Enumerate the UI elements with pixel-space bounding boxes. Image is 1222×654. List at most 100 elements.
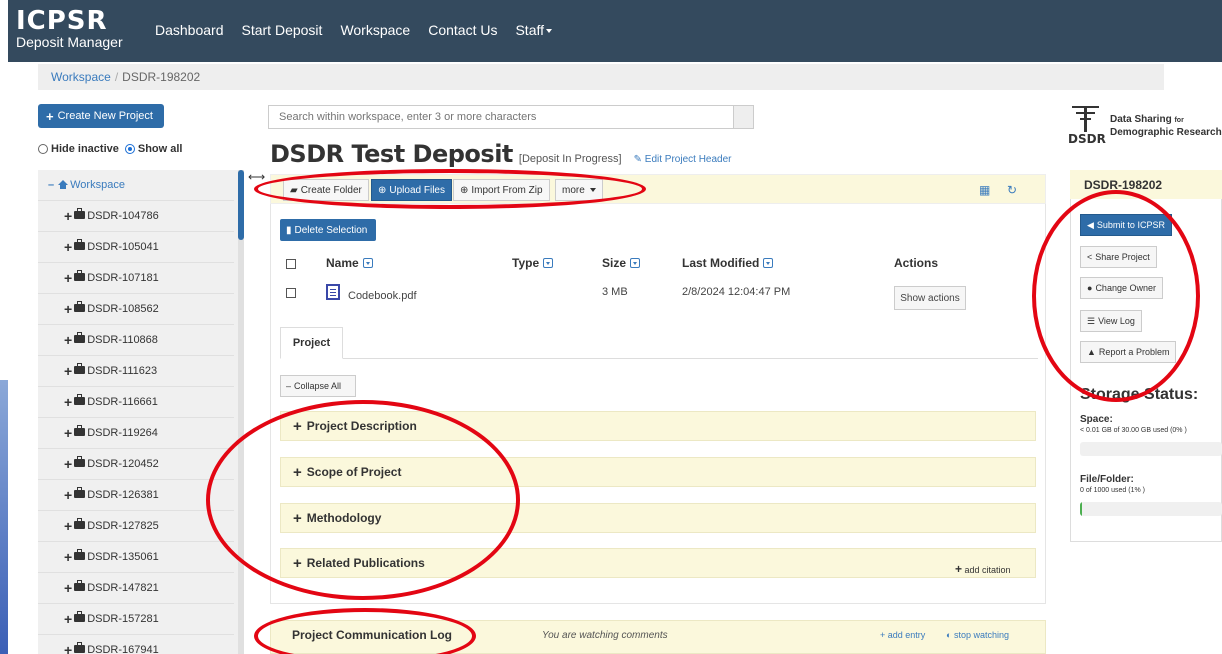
show-actions-button[interactable]: Show actions — [894, 286, 966, 310]
tree-item[interactable]: + DSDR-147821 — [38, 573, 234, 604]
tree-scrollbar-thumb[interactable] — [238, 170, 244, 240]
tree-item[interactable]: + DSDR-104786 — [38, 201, 234, 232]
delete-selection-button[interactable]: ▮ Delete Selection — [280, 219, 376, 241]
tree-item[interactable]: + DSDR-167941 — [38, 635, 234, 654]
tree-item[interactable]: + DSDR-110868 — [38, 325, 234, 356]
caret-down-icon — [589, 188, 596, 192]
search-input[interactable] — [269, 106, 735, 128]
plus-icon: + — [64, 301, 73, 317]
column-header-name[interactable]: Name — [326, 256, 373, 270]
nav-workspace[interactable]: Workspace — [331, 22, 419, 38]
select-all-checkbox[interactable] — [286, 259, 296, 269]
file-toolbar: ▰ Create Folder ⊕ Upload Files ⊕ Import Fro… — [270, 174, 1046, 204]
plus-icon: + — [46, 108, 54, 124]
import-from-zip-button[interactable]: ⊕ Import From Zip — [453, 179, 550, 201]
report-label: Report a Problem — [1098, 347, 1170, 357]
view-log-button[interactable]: ☰ View Log — [1080, 310, 1142, 332]
tree-item[interactable]: + DSDR-119264 — [38, 418, 234, 449]
tree-root-workspace[interactable]: – Workspace — [38, 170, 234, 201]
tree-item[interactable]: + DSDR-135061 — [38, 542, 234, 573]
plus-icon: + — [64, 487, 73, 503]
workspace-search — [268, 105, 754, 129]
share-project-button[interactable]: < Share Project — [1080, 246, 1157, 268]
stop-watching-link[interactable]: ◐ stop watching — [946, 630, 1009, 640]
tree-item[interactable]: + DSDR-157281 — [38, 604, 234, 635]
create-folder-button[interactable]: ▰ Create Folder — [283, 179, 369, 201]
breadcrumb-current: DSDR-198202 — [122, 70, 201, 84]
upload-icon: ⊕ — [378, 184, 387, 196]
collapse-all-button[interactable]: – Collapse All — [280, 375, 356, 397]
create-new-project-button[interactable]: + Create New Project — [38, 104, 164, 128]
column-modified-label: Last Modified — [682, 256, 760, 270]
tree-scrollbar-track[interactable] — [238, 170, 244, 654]
tab-project[interactable]: Project — [280, 327, 343, 359]
tree-item-label: DSDR-107181 — [87, 272, 159, 284]
tree-item[interactable]: + DSDR-107181 — [38, 263, 234, 294]
add-entry-link[interactable]: + add entry — [880, 630, 925, 640]
file-name[interactable]: Codebook.pdf — [348, 290, 417, 302]
add-citation-link[interactable]: + add citation — [955, 562, 1011, 576]
briefcase-icon — [74, 580, 86, 591]
share-icon: < — [1087, 252, 1093, 262]
brand-logo[interactable]: ICPSR Deposit Manager — [16, 8, 123, 50]
nav-links: Dashboard Start Deposit Workspace Contac… — [146, 22, 561, 38]
sort-icon — [362, 258, 373, 268]
section-project-description[interactable]: + Project Description — [280, 411, 1036, 441]
tree-item[interactable]: + DSDR-116661 — [38, 387, 234, 418]
report-problem-button[interactable]: ▲ Report a Problem — [1080, 341, 1177, 363]
plus-icon: + — [293, 554, 302, 572]
tree-item[interactable]: + DSDR-111623 — [38, 356, 234, 387]
briefcase-icon — [74, 549, 86, 560]
briefcase-icon — [74, 611, 86, 622]
tree-item-label: DSDR-157281 — [87, 613, 159, 625]
edit-project-header-label: Edit Project Header — [644, 154, 732, 165]
column-header-size[interactable]: Size — [602, 256, 641, 270]
plus-icon: + — [64, 456, 73, 472]
search-addon-button[interactable] — [733, 106, 753, 128]
space-detail: < 0.01 GB of 30.00 GB used (0% ) — [1080, 427, 1187, 434]
resize-handle-icon[interactable]: ⟷ — [248, 170, 265, 184]
change-owner-label: Change Owner — [1095, 283, 1156, 293]
show-all-radio[interactable] — [124, 144, 135, 154]
briefcase-icon — [74, 518, 86, 529]
edit-project-header-link[interactable]: ✎ Edit Project Header — [634, 154, 732, 165]
nav-staff-dropdown[interactable]: Staff — [506, 22, 561, 38]
change-owner-button[interactable]: ● Change Owner — [1080, 277, 1163, 299]
more-dropdown-button[interactable]: more — [555, 179, 603, 201]
hide-inactive-radio[interactable] — [38, 144, 48, 154]
briefcase-icon — [74, 239, 86, 250]
section-methodology[interactable]: + Methodology — [280, 503, 1036, 533]
tree-item[interactable]: + DSDR-105041 — [38, 232, 234, 263]
tree-root-label: Workspace — [70, 179, 125, 191]
breadcrumb-separator: / — [114, 70, 119, 84]
column-header-last-modified[interactable]: Last Modified — [682, 256, 774, 270]
submit-to-icpsr-button[interactable]: ◀ Submit to ICPSR — [1080, 214, 1172, 236]
workspace-tree: – Workspace + DSDR-104786 + DSDR-105041 + D… — [38, 170, 244, 654]
home-icon — [58, 179, 69, 189]
tree-item[interactable]: + DSDR-127825 — [38, 511, 234, 542]
file-size: 3 MB — [602, 286, 628, 298]
communication-log-title[interactable]: Project Communication Log — [292, 628, 452, 642]
logo-for: for — [1174, 117, 1184, 124]
nav-start-deposit[interactable]: Start Deposit — [233, 22, 332, 38]
project-title: DSDR Test Deposit — [270, 140, 513, 168]
grid-view-icon[interactable]: ▦ — [979, 183, 990, 197]
refresh-icon[interactable]: ↻ — [1007, 183, 1017, 197]
section-related-publications[interactable]: + Related Publications — [280, 548, 1036, 578]
row-checkbox[interactable] — [286, 288, 296, 298]
nav-dashboard[interactable]: Dashboard — [146, 22, 233, 38]
tree-item[interactable]: + DSDR-126381 — [38, 480, 234, 511]
create-folder-label: Create Folder — [300, 184, 362, 196]
section-label: Scope of Project — [306, 465, 402, 479]
view-log-label: View Log — [1098, 316, 1135, 326]
upload-files-button[interactable]: ⊕ Upload Files — [371, 179, 452, 201]
tree-item[interactable]: + DSDR-108562 — [38, 294, 234, 325]
column-header-type[interactable]: Type — [512, 256, 554, 270]
tree-item-label: DSDR-127825 — [87, 520, 159, 532]
add-entry-label: add entry — [887, 630, 926, 640]
nav-contact-us[interactable]: Contact Us — [419, 22, 506, 38]
user-icon: ● — [1087, 283, 1093, 293]
breadcrumb-workspace[interactable]: Workspace — [51, 70, 111, 84]
tree-item[interactable]: + DSDR-120452 — [38, 449, 234, 480]
section-scope-of-project[interactable]: + Scope of Project — [280, 457, 1036, 487]
